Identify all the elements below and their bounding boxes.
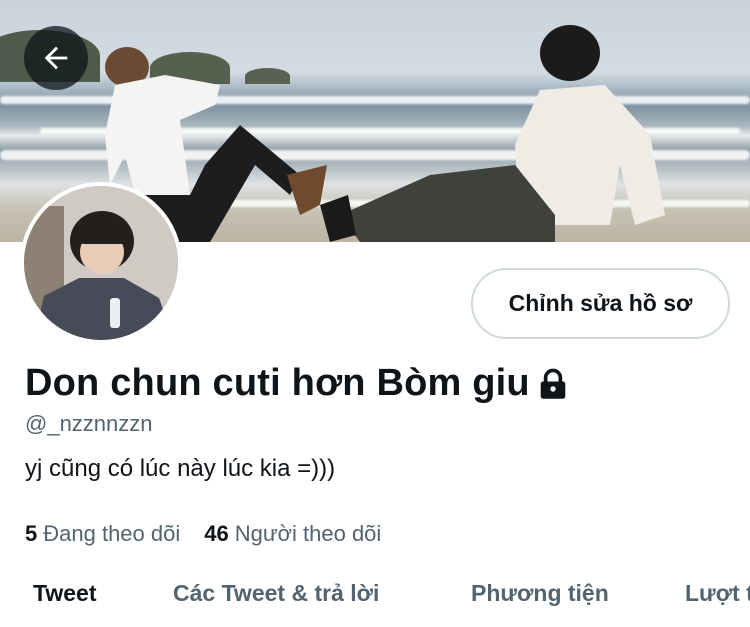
followers-link[interactable]: 46 Người theo dõi: [204, 521, 381, 547]
avatar[interactable]: [20, 182, 182, 344]
profile-tabs: Tweet Các Tweet & trả lời Phương tiện Lư…: [0, 580, 750, 627]
followers-label: Người theo dõi: [234, 521, 382, 546]
display-name-row: Don chun cuti hơn Bòm giu: [25, 362, 568, 405]
following-label: Đang theo dõi: [43, 521, 181, 546]
tab-media[interactable]: Phương tiện: [471, 580, 609, 607]
followers-count: 46: [204, 521, 229, 546]
banner-person-right: [320, 25, 665, 242]
display-name: Don chun cuti hơn Bòm giu: [25, 362, 530, 404]
tab-tweets-replies[interactable]: Các Tweet & trả lời: [173, 580, 379, 607]
edit-profile-button[interactable]: Chỉnh sửa hồ sơ: [471, 268, 730, 339]
back-button[interactable]: [24, 26, 88, 90]
avatar-photo: [24, 186, 178, 340]
tab-tweets[interactable]: Tweet: [33, 580, 96, 607]
lock-icon: [538, 368, 568, 400]
arrow-left-icon: [44, 46, 68, 70]
user-handle: @_nzznnzzn: [25, 411, 153, 436]
following-count: 5: [25, 521, 38, 546]
tab-likes[interactable]: Lượt t: [685, 580, 750, 607]
following-link[interactable]: 5 Đang theo dõi: [25, 521, 180, 547]
user-bio: yj cũng có lúc này lúc kia =))): [25, 455, 336, 482]
follow-stats: 5 Đang theo dõi 46 Người theo dõi: [25, 521, 381, 547]
